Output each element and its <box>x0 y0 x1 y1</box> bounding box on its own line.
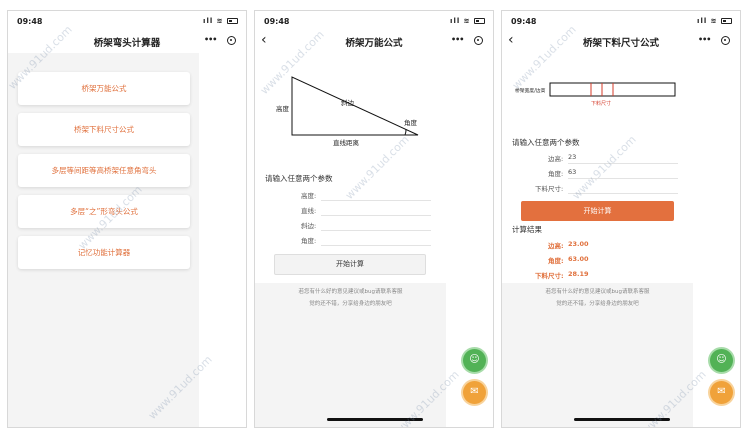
results-title: 计算结果 <box>512 225 542 234</box>
angle-arc <box>404 128 407 136</box>
footer-feedback-text: 若您有什么好的意见建议或bug请联系客服 <box>298 289 403 295</box>
menu-item-universal-formula[interactable]: 桥架万能公式 <box>18 72 190 105</box>
menu-item-z-shape-elbow[interactable]: 多层“之”形弯头公式 <box>18 195 190 228</box>
start-calc-button[interactable]: 开始计算 <box>274 254 426 275</box>
gift-icon: ✉ <box>717 386 726 397</box>
result-label: 边高: <box>548 242 564 250</box>
close-target-icon[interactable] <box>721 36 730 45</box>
field-angle: 角度: <box>255 232 493 246</box>
phone-screen-universal-formula: 09:48 ıll ≋ ‹ 桥架万能公式 ••• 高度 斜边 角度 直线距离 请… <box>254 10 494 428</box>
signal-wifi-icon: ıll ≋ <box>697 17 718 25</box>
hypotenuse-input[interactable] <box>321 217 431 231</box>
width-height-label: 桥架宽度/边高 <box>515 87 546 94</box>
nav-bar: 桥架弯头计算器 ••• <box>8 31 246 53</box>
angle-input[interactable] <box>321 232 431 246</box>
footer: 若您有什么好的意见建议或bug请联系客服 觉的还不错，分享给身边的朋友吧 <box>255 283 446 427</box>
gift-icon: ✉ <box>470 386 479 397</box>
field-label: 角度: <box>301 237 317 245</box>
result-value: 23.00 <box>568 240 589 248</box>
start-calc-button[interactable]: 开始计算 <box>521 201 674 221</box>
status-icons: ıll ≋ <box>203 17 238 25</box>
side-height-input[interactable] <box>568 150 678 164</box>
field-label: 斜边: <box>301 222 317 230</box>
phone-screen-home: 09:48 ıll ≋ 桥架弯头计算器 ••• 桥架万能公式 桥架下料尺寸公式 … <box>7 10 247 428</box>
customer-service-fab[interactable]: ☺ <box>710 349 733 372</box>
straight-input[interactable] <box>321 202 431 216</box>
status-time: 09:48 <box>17 17 43 26</box>
field-side-height: 边高: <box>502 150 740 164</box>
menu-list: 桥架万能公式 桥架下料尺寸公式 多层等间距等高桥架任意角弯头 多层“之”形弯头公… <box>8 53 199 427</box>
base-label: 直线距离 <box>333 138 360 147</box>
status-time: 09:48 <box>511 17 537 26</box>
height-label: 高度 <box>276 104 290 113</box>
hypotenuse-label: 斜边 <box>341 98 355 107</box>
home-indicator <box>574 418 670 421</box>
status-icons: ıll ≋ <box>697 17 732 25</box>
home-indicator <box>327 418 423 421</box>
height-input[interactable] <box>321 187 431 201</box>
field-straight: 直线: <box>255 202 493 216</box>
chat-icon: ☺ <box>716 354 727 365</box>
menu-item-multilayer-elbow[interactable]: 多层等间距等高桥架任意角弯头 <box>18 154 190 187</box>
result-angle: 角度: 63.00 <box>502 255 740 267</box>
signal-wifi-icon: ıll ≋ <box>203 17 224 25</box>
footer: 若您有什么好的意见建议或bug请联系客服 觉的还不错，分享给身边的朋友吧 <box>502 283 693 427</box>
close-target-icon[interactable] <box>227 36 236 45</box>
status-icons: ıll ≋ <box>450 17 485 25</box>
field-angle: 角度: <box>502 165 740 179</box>
status-time: 09:48 <box>264 17 290 26</box>
share-fab[interactable]: ✉ <box>463 381 486 404</box>
footer-feedback-text: 若您有什么好的意见建议或bug请联系客服 <box>545 289 650 295</box>
mini-program-capsule: ••• <box>696 34 732 48</box>
battery-icon <box>227 18 238 24</box>
field-hypotenuse: 斜边: <box>255 217 493 231</box>
field-label: 直线: <box>301 207 317 215</box>
nav-bar: ‹ 桥架万能公式 ••• <box>255 31 493 53</box>
phone-screen-cutting-size: 09:48 ıll ≋ ‹ 桥架下料尺寸公式 ••• 桥架宽度/边高 下料尺寸 … <box>501 10 741 428</box>
customer-service-fab[interactable]: ☺ <box>463 349 486 372</box>
signal-wifi-icon: ıll ≋ <box>450 17 471 25</box>
status-bar: 09:48 ıll ≋ <box>255 11 493 31</box>
angle-input[interactable] <box>568 165 678 179</box>
status-bar: 09:48 ıll ≋ <box>8 11 246 31</box>
status-bar: 09:48 ıll ≋ <box>502 11 740 31</box>
field-label: 下料尺寸: <box>535 185 564 193</box>
field-label: 边高: <box>548 155 564 163</box>
more-icon[interactable]: ••• <box>451 35 464 44</box>
input-section-title: 请输入任意两个参数 <box>265 174 333 183</box>
field-height: 高度: <box>255 187 493 201</box>
cut-size-input[interactable] <box>568 180 678 194</box>
field-cut-size: 下料尺寸: <box>502 180 740 194</box>
result-value: 63.00 <box>568 255 589 263</box>
more-icon[interactable]: ••• <box>698 35 711 44</box>
triangle-diagram: 高度 斜边 角度 直线距离 <box>276 76 419 147</box>
cutting-diagram: 桥架宽度/边高 下料尺寸 <box>515 82 676 107</box>
result-label: 下料尺寸: <box>535 272 564 280</box>
result-value: 28.19 <box>568 270 589 278</box>
cut-size-label: 下料尺寸 <box>591 100 611 107</box>
footer-share-text: 觉的还不错，分享给身边的朋友吧 <box>556 301 639 307</box>
field-label: 角度: <box>548 170 564 178</box>
angle-label: 角度 <box>404 118 418 127</box>
result-cut-size: 下料尺寸: 28.19 <box>502 270 740 282</box>
battery-icon <box>474 18 485 24</box>
menu-item-cutting-size[interactable]: 桥架下料尺寸公式 <box>18 113 190 146</box>
triangle-shape <box>291 76 419 136</box>
chat-icon: ☺ <box>469 354 480 365</box>
nav-bar: ‹ 桥架下料尺寸公式 ••• <box>502 31 740 53</box>
menu-item-memory-calculator[interactable]: 记忆功能计算器 <box>18 236 190 269</box>
mini-program-capsule: ••• <box>202 34 238 48</box>
mini-program-capsule: ••• <box>449 34 485 48</box>
close-target-icon[interactable] <box>474 36 483 45</box>
result-label: 角度: <box>548 257 564 265</box>
footer-share-text: 觉的还不错，分享给身边的朋友吧 <box>309 301 392 307</box>
input-section-title: 请输入任意两个参数 <box>512 138 580 147</box>
result-side-height: 边高: 23.00 <box>502 240 740 252</box>
field-label: 高度: <box>301 192 317 200</box>
battery-icon <box>721 18 732 24</box>
share-fab[interactable]: ✉ <box>710 381 733 404</box>
more-icon[interactable]: ••• <box>204 35 217 44</box>
